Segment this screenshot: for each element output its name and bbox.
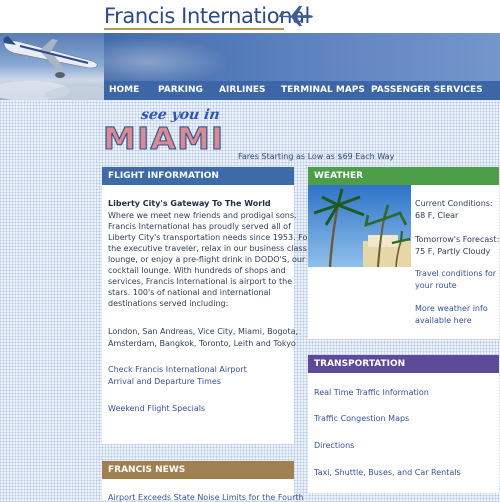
weather-panel: WEATHER Current Conditions: 68 F, Clear … xyxy=(308,167,499,339)
directions-link[interactable]: Directions xyxy=(314,441,354,450)
flight-info-heading: Liberty City's Gateway To The World xyxy=(108,199,271,208)
nav-terminal-maps[interactable]: TERMINAL MAPS xyxy=(281,85,365,95)
check-airport-link[interactable]: Check Francis International Airport xyxy=(108,365,247,374)
travel-conditions-link[interactable]: Travel conditions for xyxy=(415,269,496,278)
nav-parking[interactable]: PARKING xyxy=(158,85,203,95)
body-line: Liberty City's transportation needs sinc… xyxy=(108,233,311,242)
body-line: the executive traveler, relax in our bus… xyxy=(108,244,307,253)
weekend-specials-link[interactable]: Weekend Flight Specials xyxy=(108,404,205,413)
current-conditions-label: Current Conditions: xyxy=(415,199,493,208)
airplane-icon xyxy=(0,36,104,100)
news-panel: FRANCIS NEWS Airport Exceeds State Noise… xyxy=(102,461,304,502)
airplane-hero-image xyxy=(0,33,104,100)
taxi-shuttle-link[interactable]: Taxi, Shuttle, Buses, and Car Rentals xyxy=(314,468,461,477)
traffic-info-link[interactable]: Real Time Traffic Information xyxy=(314,388,429,397)
promo-tagline[interactable]: see you in xyxy=(140,107,221,123)
body-line: lounge, or enjoy a pre-flight drink in D… xyxy=(108,255,306,264)
destinations-line: London, San Andreas, Vice City, Miami, B… xyxy=(108,327,299,336)
destinations-line: Amsterdam, Bangkok, Toronto, Leith and T… xyxy=(108,339,296,348)
current-conditions-value: 68 F, Clear xyxy=(415,211,459,220)
arrival-departure-link[interactable]: Arrival and Departure Times xyxy=(108,377,221,386)
body-line: stars. 100's of national and internation… xyxy=(108,288,271,297)
banner-clouds xyxy=(104,33,244,81)
palm-trees-image xyxy=(308,185,411,267)
body-line: services, Francis International is airpo… xyxy=(108,277,293,286)
flight-info-panel: FLIGHT INFORMATION Liberty City's Gatewa… xyxy=(102,167,311,444)
body-line: Francis International has proudly served… xyxy=(108,222,291,231)
nav-passenger-services[interactable]: PASSENGER SERVICES xyxy=(371,85,483,95)
forecast-value: 75 F, Partly Cloudy xyxy=(415,247,491,256)
body-line: cocktail lounge. With hundreds of shops … xyxy=(108,266,286,275)
body-line: destinations served including: xyxy=(108,299,229,308)
travel-conditions-link[interactable]: your route xyxy=(415,281,457,290)
airplane-logo-icon xyxy=(279,6,313,26)
transport-title: TRANSPORTATION xyxy=(308,355,499,373)
weather-title: WEATHER xyxy=(308,167,499,185)
body-line: Where we meet new friends and prodigal s… xyxy=(108,211,297,220)
logo-underline xyxy=(104,28,284,30)
nav-home[interactable]: HOME xyxy=(109,85,139,95)
flight-info-title: FLIGHT INFORMATION xyxy=(102,167,294,185)
forecast-label: Tomorrow's Forecast: xyxy=(415,235,500,244)
promo-city[interactable]: MIAMI xyxy=(102,122,224,158)
news-item-link[interactable]: Airport Exceeds State Noise Limits for t… xyxy=(108,493,304,502)
news-title: FRANCIS NEWS xyxy=(102,461,294,479)
more-weather-link[interactable]: available here xyxy=(415,316,472,325)
nav-airlines[interactable]: AIRLINES xyxy=(219,85,266,95)
more-weather-link[interactable]: More weather info xyxy=(415,304,488,313)
promo-fares: Fares Starting as Low as $69 Each Way xyxy=(238,152,395,161)
main-nav: HOME PARKING AIRLINES TERMINAL MAPS PASS… xyxy=(104,81,500,100)
transport-panel: TRANSPORTATION Real Time Traffic Informa… xyxy=(308,355,499,493)
congestion-maps-link[interactable]: Traffic Congestion Maps xyxy=(314,414,409,423)
